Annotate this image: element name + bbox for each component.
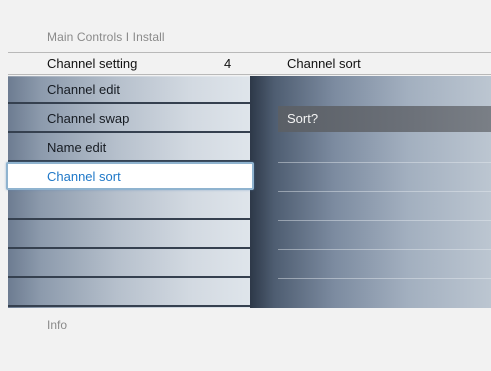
menu-item-channel-sort[interactable]: Channel sort <box>6 162 254 190</box>
content-row-divider <box>278 191 491 192</box>
menu-item-empty[interactable] <box>8 192 250 220</box>
page-title: Channel setting <box>47 56 138 71</box>
sort-confirm-option[interactable]: Sort? <box>278 106 491 132</box>
submenu-title: Channel sort <box>287 56 361 71</box>
sort-confirm-label: Sort? <box>287 111 319 126</box>
menu-item-empty[interactable] <box>8 221 250 249</box>
menu-item-label: Channel swap <box>47 111 130 126</box>
menu-item-channel-swap[interactable]: Channel swap <box>8 105 250 133</box>
menu-item-label: Channel sort <box>47 169 121 184</box>
menu-item-empty[interactable] <box>8 279 250 307</box>
content-row-divider <box>278 220 491 221</box>
header-divider-top <box>8 52 491 53</box>
content-panel: Sort? <box>250 76 491 308</box>
menu-item-channel-edit[interactable]: Channel edit <box>8 76 250 104</box>
breadcrumb: Main Controls I Install <box>47 30 165 44</box>
content-row-divider <box>278 278 491 279</box>
channel-count: 4 <box>224 56 232 71</box>
info-label: Info <box>47 318 68 332</box>
menu-item-name-edit[interactable]: Name edit <box>8 134 250 162</box>
content-row-divider <box>278 162 491 163</box>
menu-panel: Channel edit Channel swap Name edit Chan… <box>6 76 254 308</box>
menu-item-label: Channel edit <box>47 82 120 97</box>
menu-item-empty[interactable] <box>8 250 250 278</box>
menu-item-label: Name edit <box>47 140 107 155</box>
content-row-divider <box>278 249 491 250</box>
header-divider-bottom <box>8 74 491 75</box>
